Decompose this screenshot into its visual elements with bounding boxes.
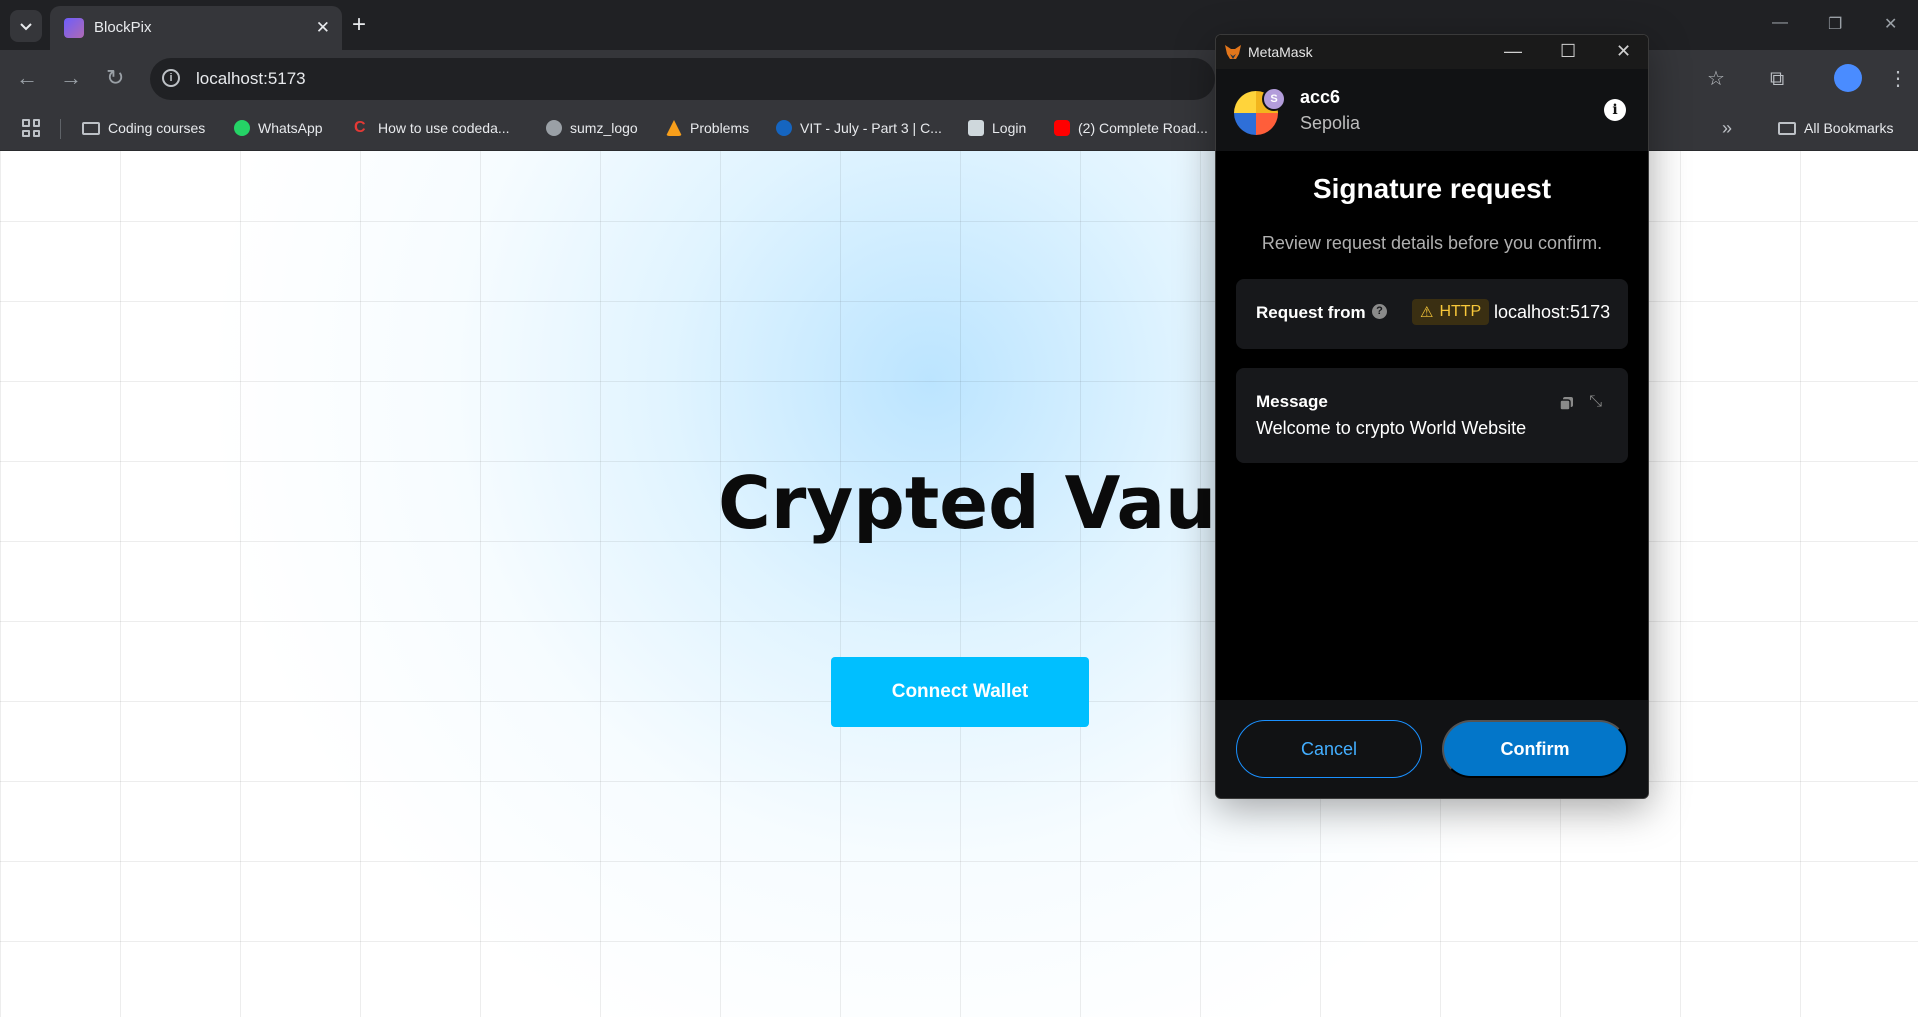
- bookmark-coding-courses[interactable]: Coding courses: [82, 117, 205, 139]
- close-icon[interactable]: ✕: [1616, 41, 1631, 61]
- bookmark-label: VIT - July - Part 3 | C...: [800, 120, 942, 136]
- page-icon: [968, 120, 984, 136]
- request-from-label: Request from: [1256, 303, 1366, 322]
- bookmark-label: Coding courses: [108, 120, 206, 136]
- bookmarks-divider: [60, 119, 61, 139]
- bookmark-codedamn[interactable]: C How to use codeda...: [354, 117, 510, 139]
- account-name: acc6: [1300, 87, 1341, 107]
- bookmark-login[interactable]: Login: [968, 117, 1026, 139]
- coursera-icon: [776, 120, 792, 136]
- restore-icon[interactable]: ❐: [1828, 14, 1842, 34]
- http-warning-badge: ⚠ HTTP: [1412, 299, 1490, 325]
- forward-icon[interactable]: →: [60, 66, 82, 90]
- bookmark-label: WhatsApp: [258, 120, 323, 136]
- url-text[interactable]: localhost:5173: [196, 69, 306, 89]
- apps-grid-icon[interactable]: [22, 119, 40, 137]
- warning-icon: ⚠: [1420, 304, 1434, 321]
- leetcode-icon: [666, 120, 682, 136]
- metamask-titlebar: MetaMask — ☐ ✕: [1216, 35, 1648, 69]
- folder-icon: [82, 121, 100, 135]
- blockpix-favicon-icon: [64, 18, 84, 38]
- profile-avatar[interactable]: [1834, 64, 1862, 92]
- extensions-icon[interactable]: ⧉: [1770, 68, 1784, 90]
- bookmark-star-icon[interactable]: ☆: [1707, 68, 1725, 90]
- chevron-down-icon: [20, 23, 32, 31]
- bookmark-label: sumz_logo: [570, 120, 638, 136]
- message-label: Message: [1256, 392, 1328, 411]
- request-from-card: Request from ? ⚠ HTTP localhost:5173: [1236, 279, 1628, 349]
- address-bar[interactable]: i localhost:5173: [150, 58, 1215, 100]
- metamask-window-title: MetaMask: [1248, 44, 1313, 60]
- tab-search-button[interactable]: [10, 10, 42, 42]
- message-card: Message ⤡ Welcome to crypto World Websit…: [1236, 368, 1628, 463]
- youtube-icon: [1054, 120, 1070, 136]
- close-tab-icon[interactable]: ✕: [316, 18, 330, 38]
- http-badge-label: HTTP: [1439, 303, 1482, 320]
- whatsapp-icon: [234, 120, 250, 136]
- cancel-button[interactable]: Cancel: [1236, 720, 1422, 778]
- info-icon[interactable]: i: [1604, 99, 1626, 121]
- menu-kebab-icon[interactable]: ⋮: [1888, 68, 1908, 90]
- all-bookmarks-button[interactable]: All Bookmarks: [1778, 117, 1893, 139]
- copy-icon[interactable]: [1559, 396, 1574, 411]
- codedamn-icon: C: [354, 119, 366, 136]
- signature-request-heading: Signature request: [1312, 173, 1552, 204]
- tab-title: BlockPix: [94, 19, 152, 36]
- collapse-icon[interactable]: ⤡: [1589, 394, 1602, 410]
- bookmark-vit[interactable]: VIT - July - Part 3 | C...: [776, 117, 942, 139]
- metamask-fox-icon: [1225, 45, 1241, 59]
- message-text: Welcome to crypto World Website: [1256, 418, 1527, 438]
- bookmark-youtube[interactable]: (2) Complete Road...: [1054, 117, 1208, 139]
- folder-icon: [1778, 121, 1796, 135]
- close-window-icon[interactable]: ✕: [1884, 14, 1897, 34]
- bookmark-whatsapp[interactable]: WhatsApp: [234, 117, 323, 139]
- site-info-icon[interactable]: i: [162, 69, 180, 87]
- help-icon[interactable]: ?: [1372, 304, 1387, 319]
- bookmark-problems[interactable]: Problems: [666, 117, 749, 139]
- request-origin: localhost:5173: [1494, 302, 1611, 322]
- back-icon[interactable]: ←: [16, 66, 38, 90]
- globe-icon: [546, 120, 562, 136]
- metamask-window: MetaMask — ☐ ✕ S acc6 Sepolia i Signatur…: [1215, 34, 1649, 799]
- action-footer: Cancel Confirm: [1216, 700, 1648, 798]
- account-header: S acc6 Sepolia i: [1216, 69, 1648, 151]
- bookmark-label: Login: [992, 120, 1027, 136]
- more-bookmarks-icon[interactable]: »: [1722, 117, 1732, 139]
- new-tab-button[interactable]: +: [352, 12, 366, 38]
- all-bookmarks-label: All Bookmarks: [1804, 120, 1894, 136]
- confirm-button[interactable]: Confirm: [1442, 720, 1628, 778]
- network-badge: S: [1262, 87, 1286, 111]
- signature-request-subheading: Review request details before you confir…: [1261, 233, 1603, 253]
- connect-wallet-button[interactable]: Connect Wallet: [831, 657, 1089, 727]
- reload-icon[interactable]: ↻: [106, 66, 124, 90]
- bookmark-label: (2) Complete Road...: [1078, 120, 1208, 136]
- browser-tab[interactable]: BlockPix ✕: [50, 6, 342, 50]
- network-name: Sepolia: [1300, 113, 1361, 133]
- minimize-icon[interactable]: —: [1504, 41, 1522, 61]
- maximize-icon[interactable]: ☐: [1560, 41, 1576, 61]
- page-title: Crypted Vault: [718, 461, 1276, 545]
- bookmark-sumz-logo[interactable]: sumz_logo: [546, 117, 638, 139]
- bookmark-label: How to use codeda...: [378, 120, 510, 136]
- minimize-icon[interactable]: —: [1772, 14, 1788, 32]
- bookmark-label: Problems: [690, 120, 750, 136]
